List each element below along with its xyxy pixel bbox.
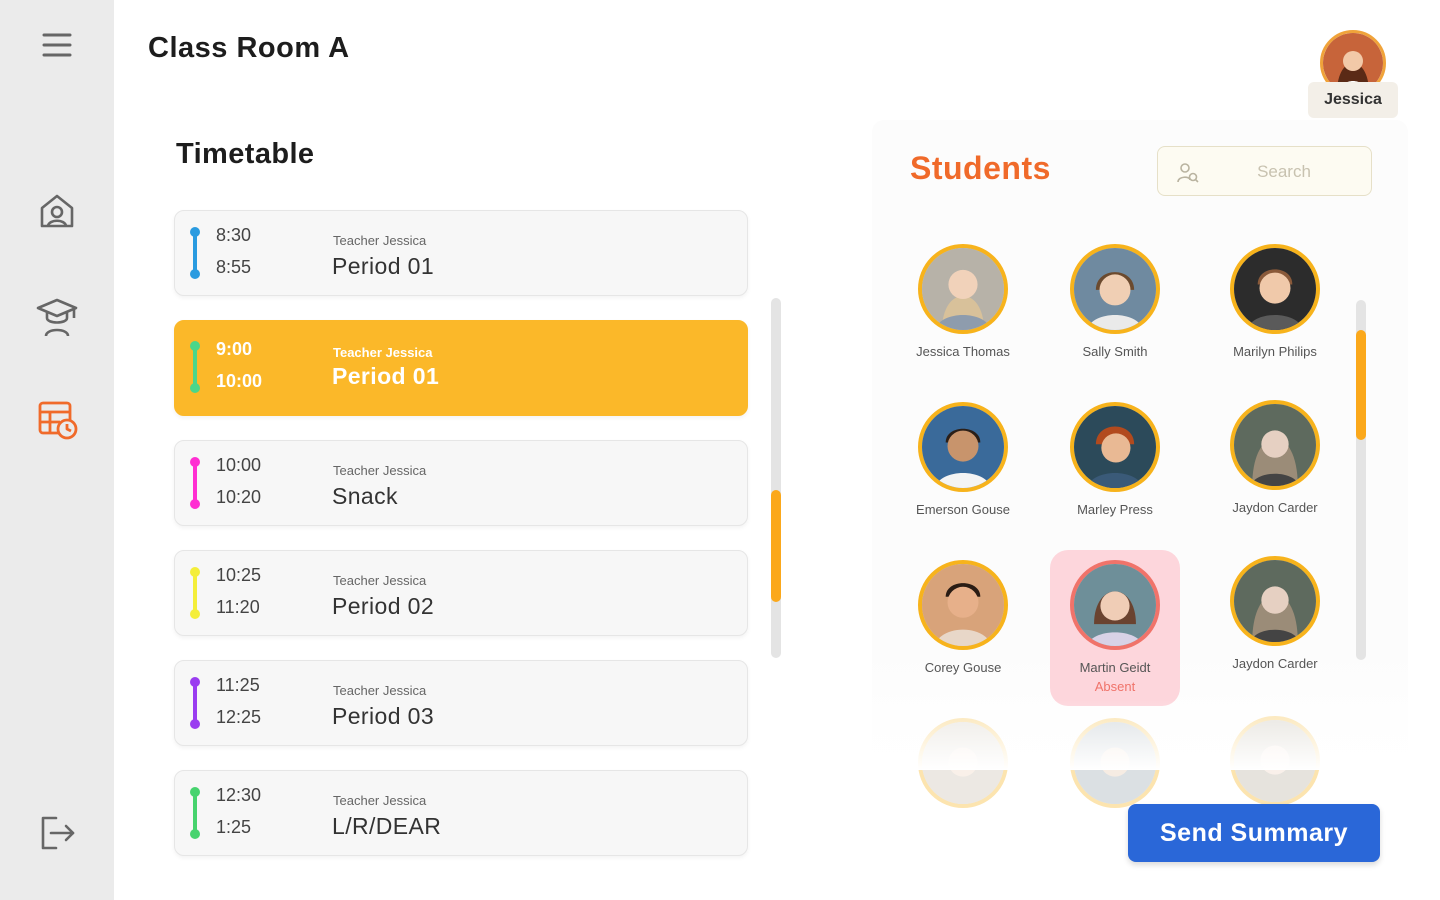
students-panel: Students Jessica Thomas Sally Smith Mari…	[872, 120, 1408, 808]
search-input[interactable]	[1214, 157, 1354, 187]
period-end-time: 11:20	[216, 597, 260, 617]
student-card[interactable]: Sally Smith	[1050, 244, 1180, 359]
student-photo	[1230, 244, 1320, 334]
period-end-time: 12:25	[216, 707, 262, 727]
student-photo	[1230, 400, 1320, 490]
period-start-time: 12:30	[216, 785, 262, 805]
scrollbar-thumb[interactable]	[1356, 330, 1366, 440]
sidebar-item-timetable[interactable]	[30, 392, 84, 446]
period-end-time: 10:00	[216, 371, 263, 391]
period-name: Snack	[332, 483, 398, 509]
period-name: Period 03	[332, 703, 435, 729]
student-photo	[1070, 560, 1160, 650]
student-photo	[1230, 556, 1320, 646]
timetable-card[interactable]: 12:30 1:25 Teacher Jessica L/R/DEAR	[174, 770, 748, 856]
period-name: L/R/DEAR	[332, 813, 442, 839]
scrollbar-thumb[interactable]	[771, 490, 781, 602]
student-card[interactable]: Emerson Gouse	[898, 402, 1028, 517]
time-indicator	[190, 341, 200, 393]
period-name: Period 01	[332, 363, 440, 389]
period-start-time: 11:25	[216, 675, 260, 695]
student-photo	[918, 560, 1008, 650]
period-start-time: 10:00	[216, 455, 262, 475]
student-photo	[1070, 244, 1160, 334]
student-photo	[918, 244, 1008, 334]
student-name: Corey Gouse	[924, 660, 1002, 675]
period-start-time: 8:30	[216, 225, 252, 245]
user-profile[interactable]: Jessica	[1308, 30, 1398, 118]
student-name: Sally Smith	[1082, 344, 1148, 359]
absent-badge: Absent	[1094, 679, 1136, 694]
period-end-time: 1:25	[216, 817, 252, 837]
page-title: Class Room A	[148, 32, 350, 64]
student-name: Emerson Gouse	[916, 502, 1010, 517]
student-card[interactable]: Jaydon Carder	[1210, 556, 1340, 671]
timetable-card[interactable]: 10:00 10:20 Teacher Jessica Snack	[174, 440, 748, 526]
student-card[interactable]: Jaydon Carder	[1210, 400, 1340, 515]
student-photo	[918, 402, 1008, 492]
time-indicator	[190, 787, 200, 839]
students-title: Students	[910, 150, 1051, 186]
period-teacher: Teacher Jessica	[333, 573, 427, 588]
list-fade-overlay	[872, 700, 1408, 770]
sidebar-item-teacher[interactable]	[30, 290, 84, 344]
teacher-icon	[36, 298, 78, 337]
timetable-card-active[interactable]: 9:00 10:00 Teacher Jessica Period 01	[174, 320, 748, 416]
period-end-time: 10:20	[216, 487, 262, 507]
student-name: Jaydon Carder	[1232, 500, 1318, 515]
timetable-icon	[38, 401, 78, 440]
period-teacher: Teacher Jessica	[333, 463, 427, 478]
student-name: Marilyn Philips	[1233, 344, 1317, 359]
student-card-absent[interactable]: Martin Geidt Absent	[1050, 550, 1180, 706]
student-card[interactable]: Marley Press	[1050, 402, 1180, 517]
time-indicator	[190, 567, 200, 619]
timetable-scrollbar[interactable]	[771, 298, 781, 658]
period-teacher: Teacher Jessica	[333, 233, 427, 248]
period-name: Period 02	[332, 593, 435, 619]
menu-icon	[42, 33, 72, 57]
student-card[interactable]: Marilyn Philips	[1210, 244, 1340, 359]
period-teacher: Teacher Jessica	[333, 345, 433, 360]
period-teacher: Teacher Jessica	[333, 793, 427, 808]
student-search[interactable]	[1157, 146, 1372, 196]
period-teacher: Teacher Jessica	[333, 683, 427, 698]
students-scrollbar[interactable]	[1356, 300, 1366, 660]
student-name: Jaydon Carder	[1232, 656, 1318, 671]
timetable-card[interactable]: 10:25 11:20 Teacher Jessica Period 02	[174, 550, 748, 636]
timetable-card[interactable]: 11:25 12:25 Teacher Jessica Period 03	[174, 660, 748, 746]
student-card[interactable]: Corey Gouse	[898, 560, 1028, 675]
sidebar-item-school[interactable]	[30, 184, 84, 238]
student-name: Marley Press	[1077, 502, 1153, 517]
logout-button[interactable]	[30, 806, 84, 860]
sidebar	[0, 0, 114, 900]
student-photo	[1070, 402, 1160, 492]
period-end-time: 8:55	[216, 257, 252, 277]
send-summary-button[interactable]: Send Summary	[1128, 804, 1380, 862]
timetable-card[interactable]: 8:30 8:55 Teacher Jessica Period 01	[174, 210, 748, 296]
period-start-time: 9:00	[216, 339, 253, 359]
logout-icon	[41, 816, 75, 850]
user-name: Jessica	[1308, 82, 1398, 118]
student-name: Martin Geidt	[1079, 660, 1151, 675]
time-indicator	[190, 227, 200, 279]
period-start-time: 10:25	[216, 565, 262, 585]
menu-button[interactable]	[30, 18, 84, 72]
school-icon	[40, 194, 74, 228]
student-card[interactable]: Jessica Thomas	[898, 244, 1028, 359]
timetable-title: Timetable	[176, 138, 315, 170]
student-name: Jessica Thomas	[916, 344, 1010, 359]
time-indicator	[190, 457, 200, 509]
search-user-icon	[1177, 163, 1199, 183]
period-name: Period 01	[332, 253, 435, 279]
time-indicator	[190, 677, 200, 729]
